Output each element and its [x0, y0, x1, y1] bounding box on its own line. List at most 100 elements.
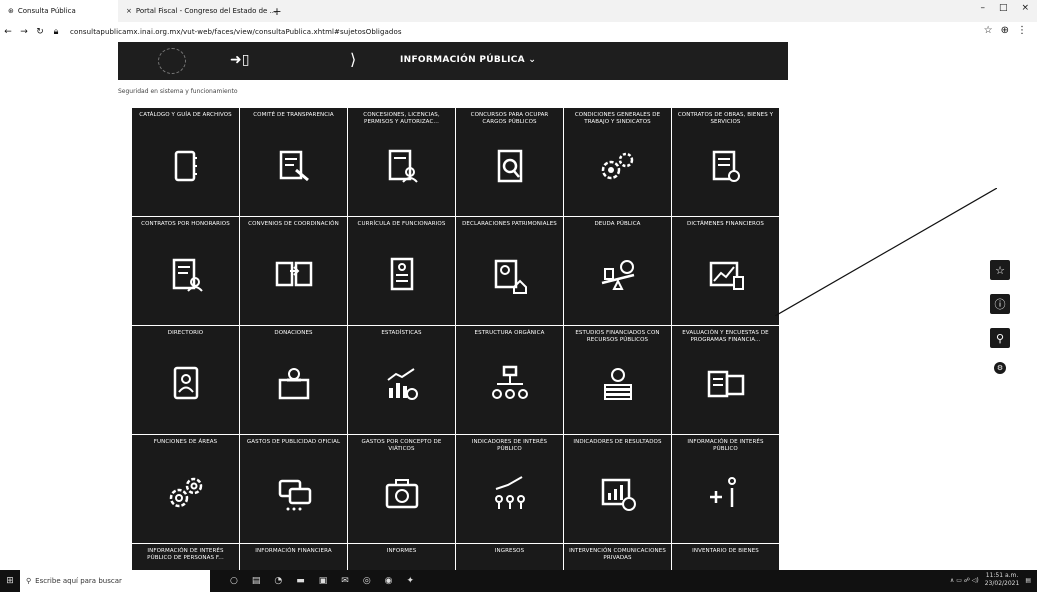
- mail-icon[interactable]: ✉: [341, 576, 349, 586]
- obligation-tile-title: DIRECTORIO: [167, 330, 204, 336]
- tab-title: Consulta Pública: [17, 7, 76, 15]
- obligation-tile-title: INGRESOS: [494, 548, 525, 554]
- exchange-documents-icon: [272, 253, 316, 297]
- firefox-icon[interactable]: ◉: [385, 576, 393, 586]
- lock-icon[interactable]: 🔒︎: [48, 27, 64, 37]
- explorer-icon[interactable]: ▬: [296, 576, 305, 586]
- favorite-icon[interactable]: ☆: [990, 260, 1010, 280]
- store-icon[interactable]: ▣: [319, 576, 328, 586]
- obligation-tile[interactable]: ESTRUCTURA ORGÁNICA: [456, 326, 563, 434]
- close-window-button[interactable]: ×: [1021, 3, 1029, 13]
- obligation-tile-title: DICTÁMENES FINANCIEROS: [687, 221, 764, 227]
- notifications-icon[interactable]: ▤: [1025, 577, 1031, 584]
- obligation-tile-title: EVALUACIÓN Y ENCUESTAS DE PROGRAMAS FINA…: [682, 330, 769, 343]
- reload-icon[interactable]: ↻: [32, 27, 48, 37]
- taskbar-apps: ○ ▤ ◔ ▬ ▣ ✉ ◎ ◉ ✦: [230, 576, 414, 586]
- financial-chart-icon: [704, 253, 748, 297]
- obligation-tile[interactable]: GASTOS DE PUBLICIDAD OFICIAL: [240, 435, 347, 543]
- obligation-tile-title: INFORMACIÓN FINANCIERA: [255, 548, 332, 554]
- results-chart-icon: [596, 471, 640, 515]
- obligation-tile[interactable]: INTERVENCIÓN COMUNICACIONES PRIVADAS: [564, 544, 671, 570]
- profile-icon[interactable]: ⊕: [1001, 25, 1009, 36]
- obligation-tile-title: INDICADORES DE INTERÉS PÚBLICO: [471, 439, 548, 452]
- contract-check-icon: [704, 144, 748, 188]
- obligation-tile-title: GASTOS POR CONCEPTO DE VIÁTICOS: [361, 439, 442, 452]
- obligation-tile[interactable]: INDICADORES DE RESULTADOS: [564, 435, 671, 543]
- new-tab-button[interactable]: +: [268, 5, 286, 18]
- url-field[interactable]: consultapublicamx.inai.org.mx/vut-web/fa…: [70, 28, 402, 36]
- obligation-tile[interactable]: CURRÍCULA DE FUNCIONARIOS: [348, 217, 455, 325]
- obligation-tile-title: INFORMACIÓN DE INTERÉS PÚBLICO: [687, 439, 764, 452]
- obligation-tile[interactable]: CATÁLOGO Y GUÍA DE ARCHIVOS: [132, 108, 239, 216]
- obligation-tile[interactable]: DIRECTORIO: [132, 326, 239, 434]
- minimize-button[interactable]: –: [980, 3, 985, 13]
- obligation-tile[interactable]: CONCURSOS PARA OCUPAR CARGOS PÚBLICOS: [456, 108, 563, 216]
- browser-tab[interactable]: × Portal Fiscal - Congreso del Estado de…: [118, 0, 276, 22]
- obligation-tile[interactable]: INGRESOS: [456, 544, 563, 570]
- back-icon[interactable]: ←: [0, 27, 16, 37]
- obligation-tile[interactable]: CONDICIONES GENERALES DE TRABAJO Y SINDI…: [564, 108, 671, 216]
- browser-tab-active[interactable]: ⊛ Consulta Pública: [0, 0, 118, 22]
- obligation-tile-title: CATÁLOGO Y GUÍA DE ARCHIVOS: [139, 112, 232, 118]
- search-icon[interactable]: ⚲: [990, 328, 1010, 348]
- window-controls: – □ ×: [980, 3, 1029, 13]
- obligation-tile[interactable]: INFORMACIÓN DE INTERÉS PÚBLICO DE PERSON…: [132, 544, 239, 570]
- obligation-tile-title: COMITÉ DE TRANSPARENCIA: [253, 112, 334, 118]
- obligation-tile[interactable]: DECLARACIONES PATRIMONIALES: [456, 217, 563, 325]
- obligation-tile[interactable]: INFORMES: [348, 544, 455, 570]
- obligation-tile[interactable]: CONTRATOS DE OBRAS, BIENES Y SERVICIOS: [672, 108, 779, 216]
- close-icon[interactable]: ×: [126, 7, 132, 15]
- cortana-icon[interactable]: ○: [230, 576, 238, 586]
- obligation-tile[interactable]: CONVENIOS DE COORDINACIÓN: [240, 217, 347, 325]
- chrome-icon[interactable]: ◎: [363, 576, 371, 586]
- obligation-tile[interactable]: ESTUDIOS FINANCIADOS CON RECURSOS PÚBLIC…: [564, 326, 671, 434]
- gears-people-icon: [596, 144, 640, 188]
- obligation-tile[interactable]: COMITÉ DE TRANSPARENCIA: [240, 108, 347, 216]
- clock[interactable]: 11:51 a.m. 23/02/2021: [985, 572, 1020, 588]
- address-actions: ☆ ⊕ ⋮: [984, 25, 1027, 36]
- obligation-tile-title: CONCESIONES, LICENCIAS, PERMISOS Y AUTOR…: [363, 112, 440, 125]
- obligation-tile[interactable]: DONACIONES: [240, 326, 347, 434]
- org-chart-icon: [488, 362, 532, 406]
- tab-title: Portal Fiscal - Congreso del Estado de .…: [135, 7, 277, 15]
- bookmark-star-icon[interactable]: ☆: [984, 25, 993, 36]
- obligation-tile[interactable]: INFORMACIÓN FINANCIERA: [240, 544, 347, 570]
- settings-icon[interactable]: ⚙: [994, 362, 1006, 374]
- obligation-tile-title: GASTOS DE PUBLICIDAD OFICIAL: [246, 439, 341, 445]
- obligation-tile-title: INFORMES: [386, 548, 417, 554]
- maximize-button[interactable]: □: [999, 3, 1008, 13]
- obligation-tile[interactable]: GASTOS POR CONCEPTO DE VIÁTICOS: [348, 435, 455, 543]
- obligation-tile-title: CONDICIONES GENERALES DE TRABAJO Y SINDI…: [574, 112, 661, 125]
- obligation-tile[interactable]: DEUDA PÚBLICA: [564, 217, 671, 325]
- obligations-grid-last-row: INFORMACIÓN DE INTERÉS PÚBLICO DE PERSON…: [132, 544, 780, 570]
- obligation-tile[interactable]: INFORMACIÓN DE INTERÉS PÚBLICO: [672, 435, 779, 543]
- obligation-tile[interactable]: EVALUACIÓN Y ENCUESTAS DE PROGRAMAS FINA…: [672, 326, 779, 434]
- obligation-tile[interactable]: CONCESIONES, LICENCIAS, PERMISOS Y AUTOR…: [348, 108, 455, 216]
- menu-marker-icon: ⟩: [350, 50, 357, 69]
- app-icon[interactable]: ✦: [407, 576, 415, 586]
- gavel-document-icon: [272, 144, 316, 188]
- login-icon[interactable]: ➜▯: [230, 52, 249, 68]
- document-person-icon: [380, 144, 424, 188]
- obligation-tile[interactable]: CONTRATOS POR HONORARIOS: [132, 217, 239, 325]
- windows-start-icon[interactable]: ⊞: [0, 576, 20, 586]
- obligation-tile-title: CONTRATOS DE OBRAS, BIENES Y SERVICIOS: [677, 112, 774, 125]
- obligation-tile[interactable]: FUNCIONES DE ÁREAS: [132, 435, 239, 543]
- site-logo[interactable]: [158, 48, 186, 74]
- browser-menu-icon[interactable]: ⋮: [1017, 25, 1027, 36]
- chat-bubbles-icon: [272, 471, 316, 515]
- forward-icon[interactable]: →: [16, 27, 32, 37]
- obligation-tile[interactable]: INDICADORES DE INTERÉS PÚBLICO: [456, 435, 563, 543]
- edge-icon[interactable]: ◔: [274, 576, 282, 586]
- task-view-icon[interactable]: ▤: [252, 576, 261, 586]
- browser-tab-bar: ⊛ Consulta Pública × Portal Fiscal - Con…: [0, 0, 1037, 22]
- info-icon[interactable]: ⓘ: [990, 294, 1010, 314]
- system-tray: ∧ ▭ ☍ ◁) 11:51 a.m. 23/02/2021 ▤: [950, 572, 1031, 588]
- info-publica-menu[interactable]: INFORMACIÓN PÚBLICA ⌄: [400, 55, 536, 65]
- obligation-tile-title: CONVENIOS DE COORDINACIÓN: [248, 221, 339, 227]
- obligation-tile[interactable]: INVENTARIO DE BIENES: [672, 544, 779, 570]
- tray-icons[interactable]: ∧ ▭ ☍ ◁): [950, 577, 979, 584]
- obligation-tile[interactable]: ESTADÍSTICAS: [348, 326, 455, 434]
- obligation-tile[interactable]: DICTÁMENES FINANCIEROS: [672, 217, 779, 325]
- taskbar-search[interactable]: ⚲ Escribe aquí para buscar: [20, 570, 210, 592]
